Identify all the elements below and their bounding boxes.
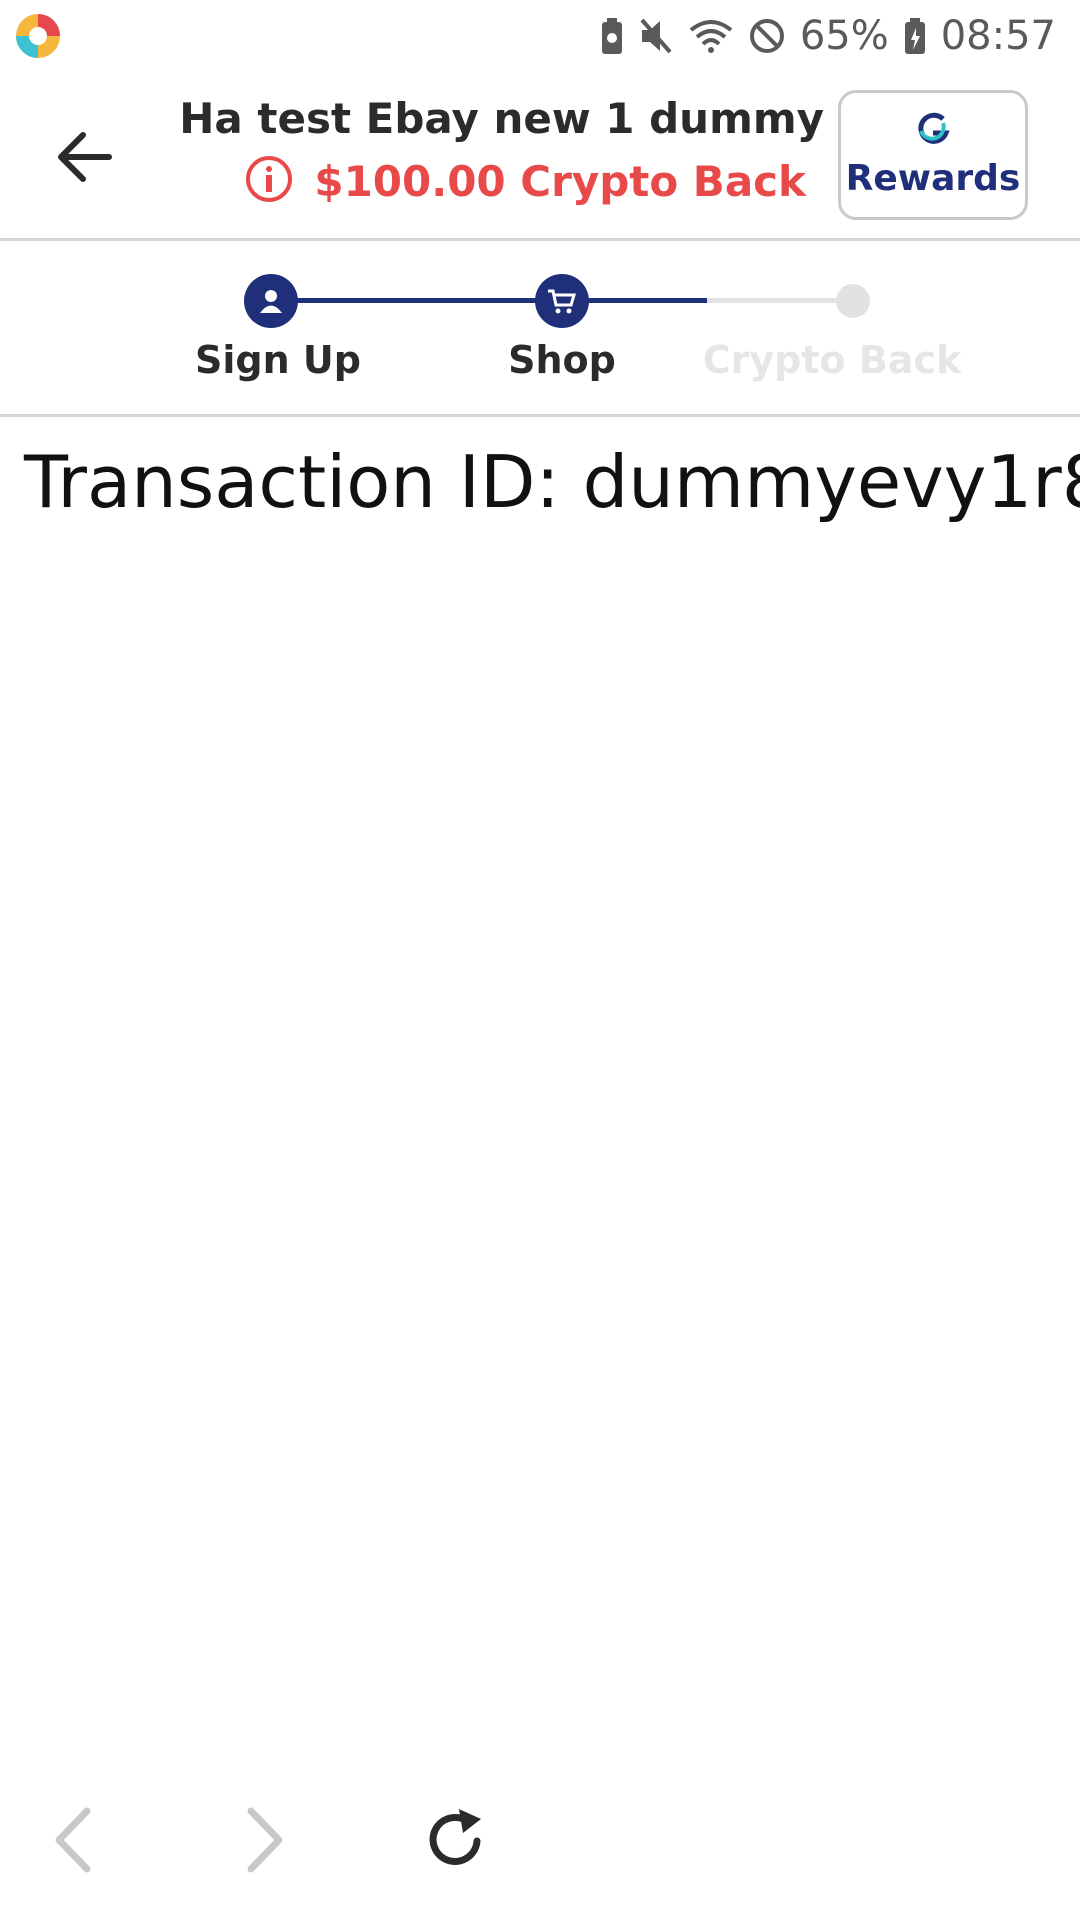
rewards-button[interactable]: Rewards xyxy=(838,90,1028,220)
store-title: Ha test Ebay new 1 dummy xyxy=(179,94,824,143)
no-disturb-icon xyxy=(748,14,786,58)
info-icon[interactable] xyxy=(244,154,294,209)
step-signup-dot xyxy=(244,274,298,328)
browser-nav-bar xyxy=(0,1780,1080,1900)
chevron-left-icon xyxy=(55,1807,91,1873)
clock: 08:57 xyxy=(940,13,1056,59)
cashback-amount: $100.00 Crypto Back xyxy=(314,157,806,206)
refresh-icon xyxy=(429,1809,481,1865)
step-label-signup: Sign Up xyxy=(195,338,361,382)
app-logo-icon xyxy=(14,12,62,60)
cashback-info: $100.00 Crypto Back xyxy=(244,154,806,209)
step-label-cryptoback: Crypto Back xyxy=(702,338,962,382)
chevron-right-icon xyxy=(247,1807,283,1873)
step-connector-3 xyxy=(707,298,853,303)
nav-back-button[interactable] xyxy=(34,1800,114,1880)
user-icon xyxy=(260,290,282,313)
transaction-id-text: Transaction ID: dummyevy1r8 xyxy=(24,440,1080,524)
cart-icon xyxy=(548,289,577,314)
step-shop-dot xyxy=(535,274,589,328)
app-header: Ha test Ebay new 1 dummy $100.00 Crypto … xyxy=(0,72,1080,241)
rewards-label: Rewards xyxy=(845,158,1021,199)
status-icons: 65% 08:57 xyxy=(600,10,1056,62)
nav-forward-button[interactable] xyxy=(224,1800,304,1880)
step-cryptoback-dot xyxy=(836,284,870,318)
mute-icon xyxy=(638,14,674,58)
progress-stepper: Sign Up Shop Crypto Back xyxy=(0,238,1080,417)
rewards-logo-icon xyxy=(913,111,953,150)
step-connector-1 xyxy=(270,298,562,303)
battery-icon xyxy=(903,14,927,58)
status-bar: 65% 08:57 xyxy=(0,0,1080,72)
battery-percent: 65% xyxy=(799,13,889,59)
arrow-left-icon xyxy=(58,132,112,182)
battery-saver-icon xyxy=(600,14,624,58)
step-label-shop: Shop xyxy=(508,338,616,382)
nav-refresh-button[interactable] xyxy=(416,1800,496,1880)
back-button[interactable] xyxy=(50,122,120,192)
wifi-icon xyxy=(688,14,734,58)
